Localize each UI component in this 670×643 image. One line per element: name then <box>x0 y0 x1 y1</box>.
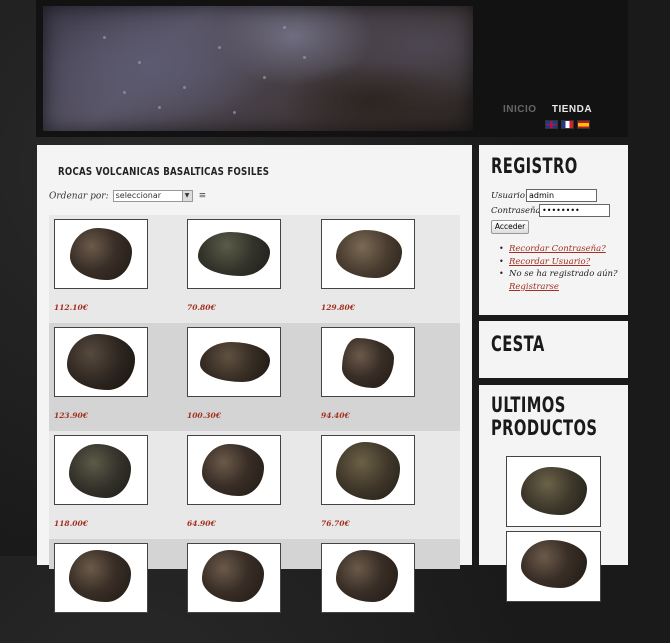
product-price: 129.80€ <box>321 303 355 312</box>
latest-products-panel: ULTIMOS PRODUCTOS <box>479 385 628 602</box>
forgot-password-link[interactable]: Recordar Contraseña? <box>509 244 606 254</box>
product-price: 70.80€ <box>187 303 216 312</box>
sort-direction-icon[interactable]: ≡ <box>199 191 207 201</box>
list-item: Recordar Contraseña? <box>499 243 618 256</box>
nav-inicio[interactable]: INICIO <box>503 104 537 115</box>
username-input[interactable]: admin <box>526 189 597 202</box>
product-image[interactable] <box>187 327 281 397</box>
latest-products-title: ULTIMOS PRODUCTOS <box>491 394 597 440</box>
product-image[interactable] <box>321 543 415 613</box>
product-card[interactable]: 100.30€ <box>184 327 281 427</box>
product-card[interactable]: 123.90€ <box>51 327 148 427</box>
sort-select-value: seleccionar <box>115 191 162 200</box>
product-card[interactable]: 129.80€ <box>318 219 415 319</box>
product-image[interactable] <box>187 543 281 613</box>
login-panel: REGISTRO Usuario admin Contraseña ••••••… <box>479 145 628 315</box>
username-label: Usuario <box>491 191 525 201</box>
login-title: REGISTRO <box>491 154 578 178</box>
sort-label: Ordenar por: <box>49 191 109 202</box>
page-title: ROCAS VOLCANICAS BASALTICAS FOSILES <box>58 166 270 178</box>
product-image[interactable] <box>321 327 415 397</box>
product-price: 112.10€ <box>54 303 88 312</box>
not-registered-text: No se ha registrado aún? <box>509 269 618 279</box>
latest-product-image[interactable] <box>506 456 601 527</box>
product-card[interactable] <box>51 543 148 643</box>
cart-title: CESTA <box>491 332 545 356</box>
product-card[interactable]: 64.90€ <box>184 435 281 535</box>
product-card[interactable]: 118.00€ <box>51 435 148 535</box>
list-item: Recordar Usuario? <box>499 256 618 269</box>
login-button[interactable]: Acceder <box>491 220 529 234</box>
cart-panel: CESTA <box>479 321 628 378</box>
product-price: 100.30€ <box>187 411 221 420</box>
product-row <box>49 539 460 613</box>
product-image[interactable] <box>54 327 148 397</box>
product-price: 94.40€ <box>321 411 350 420</box>
flag-french-icon[interactable] <box>561 120 574 129</box>
product-row: 118.00€ 64.90€ 76.70€ <box>49 431 460 539</box>
product-price: 123.90€ <box>54 411 88 420</box>
password-input[interactable]: •••••••• <box>539 204 610 217</box>
latest-product-image[interactable] <box>506 531 601 602</box>
latest-products-title-line1: ULTIMOS <box>491 393 566 417</box>
sort-select[interactable]: seleccionar ▼ <box>112 190 193 202</box>
product-price: 76.70€ <box>321 519 350 528</box>
register-link[interactable]: Registrarse <box>509 281 618 294</box>
language-flags <box>545 114 593 133</box>
product-price: 118.00€ <box>54 519 88 528</box>
flag-spanish-icon[interactable] <box>577 120 590 129</box>
sort-bar: Ordenar por: seleccionar ▼ ≡ <box>49 190 206 202</box>
header-banner-image <box>43 6 473 131</box>
product-card[interactable]: 70.80€ <box>184 219 281 319</box>
product-row: 112.10€ 70.80€ 129.80€ <box>49 215 460 323</box>
product-card[interactable]: 112.10€ <box>51 219 148 319</box>
chevron-down-icon: ▼ <box>181 191 192 201</box>
password-label: Contraseña <box>491 206 541 216</box>
product-card[interactable] <box>184 543 281 643</box>
site-header: INICIO TIENDA <box>36 0 628 137</box>
latest-products-title-line2: PRODUCTOS <box>491 416 598 440</box>
list-item: No se ha registrado aún? Registrarse <box>499 268 618 293</box>
account-links: Recordar Contraseña? Recordar Usuario? N… <box>499 243 618 293</box>
product-row: 123.90€ 100.30€ 94.40€ <box>49 323 460 431</box>
product-image[interactable] <box>187 219 281 289</box>
product-image[interactable] <box>54 543 148 613</box>
forgot-username-link[interactable]: Recordar Usuario? <box>509 257 590 267</box>
product-price: 64.90€ <box>187 519 216 528</box>
product-image[interactable] <box>54 435 148 505</box>
product-grid: 112.10€ 70.80€ 129.80€ 123.90€ 100.30€ 9… <box>49 215 460 613</box>
product-card[interactable]: 76.70€ <box>318 435 415 535</box>
product-image[interactable] <box>54 219 148 289</box>
product-image[interactable] <box>321 435 415 505</box>
product-image[interactable] <box>187 435 281 505</box>
flag-english-icon[interactable] <box>545 120 558 129</box>
product-card[interactable]: 94.40€ <box>318 327 415 427</box>
main-content: ROCAS VOLCANICAS BASALTICAS FOSILES Orde… <box>37 145 472 613</box>
product-card[interactable] <box>318 543 415 643</box>
product-image[interactable] <box>321 219 415 289</box>
